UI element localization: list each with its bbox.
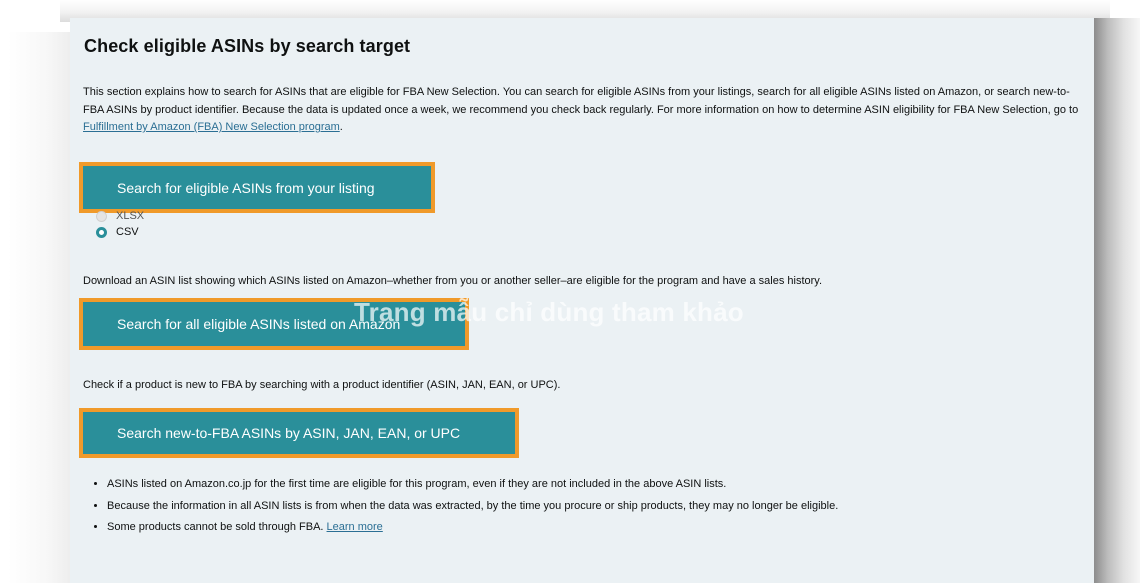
format-option-csv-label: CSV	[116, 226, 139, 238]
radio-csv[interactable]	[96, 226, 107, 238]
note-item: Some products cannot be sold through FBA…	[107, 519, 967, 536]
intro-end: .	[339, 121, 343, 133]
search-new-to-fba-button[interactable]: Search new-to-FBA ASINs by ASIN, JAN, EA…	[79, 408, 519, 458]
format-option-xlsx-label: XLSX	[116, 210, 145, 222]
intro-paragraph: This section explains how to search for …	[83, 84, 1083, 137]
panel-shadow-right	[1094, 18, 1140, 583]
section-title: Check eligible ASINs by search target	[84, 36, 411, 56]
fba-new-selection-link[interactable]: Fulfillment by Amazon (FBA) New Selectio…	[83, 121, 340, 133]
format-option-xlsx[interactable]: XLSX	[96, 210, 144, 222]
format-option-csv[interactable]: CSV	[96, 226, 139, 238]
search-listing-button-label: Search for eligible ASINs from your list…	[117, 179, 375, 196]
note-item: ASINs listed on Amazon.co.jp for the fir…	[107, 476, 967, 493]
all-asins-description: Download an ASIN list showing which ASIN…	[83, 275, 823, 287]
search-all-button[interactable]: Search for all eligible ASINs listed on …	[79, 298, 469, 350]
radio-xlsx[interactable]	[96, 210, 107, 222]
new-to-fba-description: Check if a product is new to FBA by sear…	[83, 379, 561, 391]
search-listing-button[interactable]: Search for eligible ASINs from your list…	[79, 162, 435, 213]
intro-text: This section explains how to search for …	[83, 86, 1079, 116]
note-item: Because the information in all ASIN list…	[107, 498, 967, 515]
search-all-button-label: Search for all eligible ASINs listed on …	[117, 316, 401, 332]
learn-more-link[interactable]: Learn more	[327, 521, 383, 533]
notes-list: ASINs listed on Amazon.co.jp for the fir…	[83, 476, 967, 541]
search-new-to-fba-button-label: Search new-to-FBA ASINs by ASIN, JAN, EA…	[117, 425, 461, 441]
panel-shadow-left	[8, 32, 70, 583]
note-text: Some products cannot be sold through FBA…	[107, 521, 327, 533]
eligible-asins-panel: Check eligible ASINs by search target Th…	[70, 18, 1094, 583]
